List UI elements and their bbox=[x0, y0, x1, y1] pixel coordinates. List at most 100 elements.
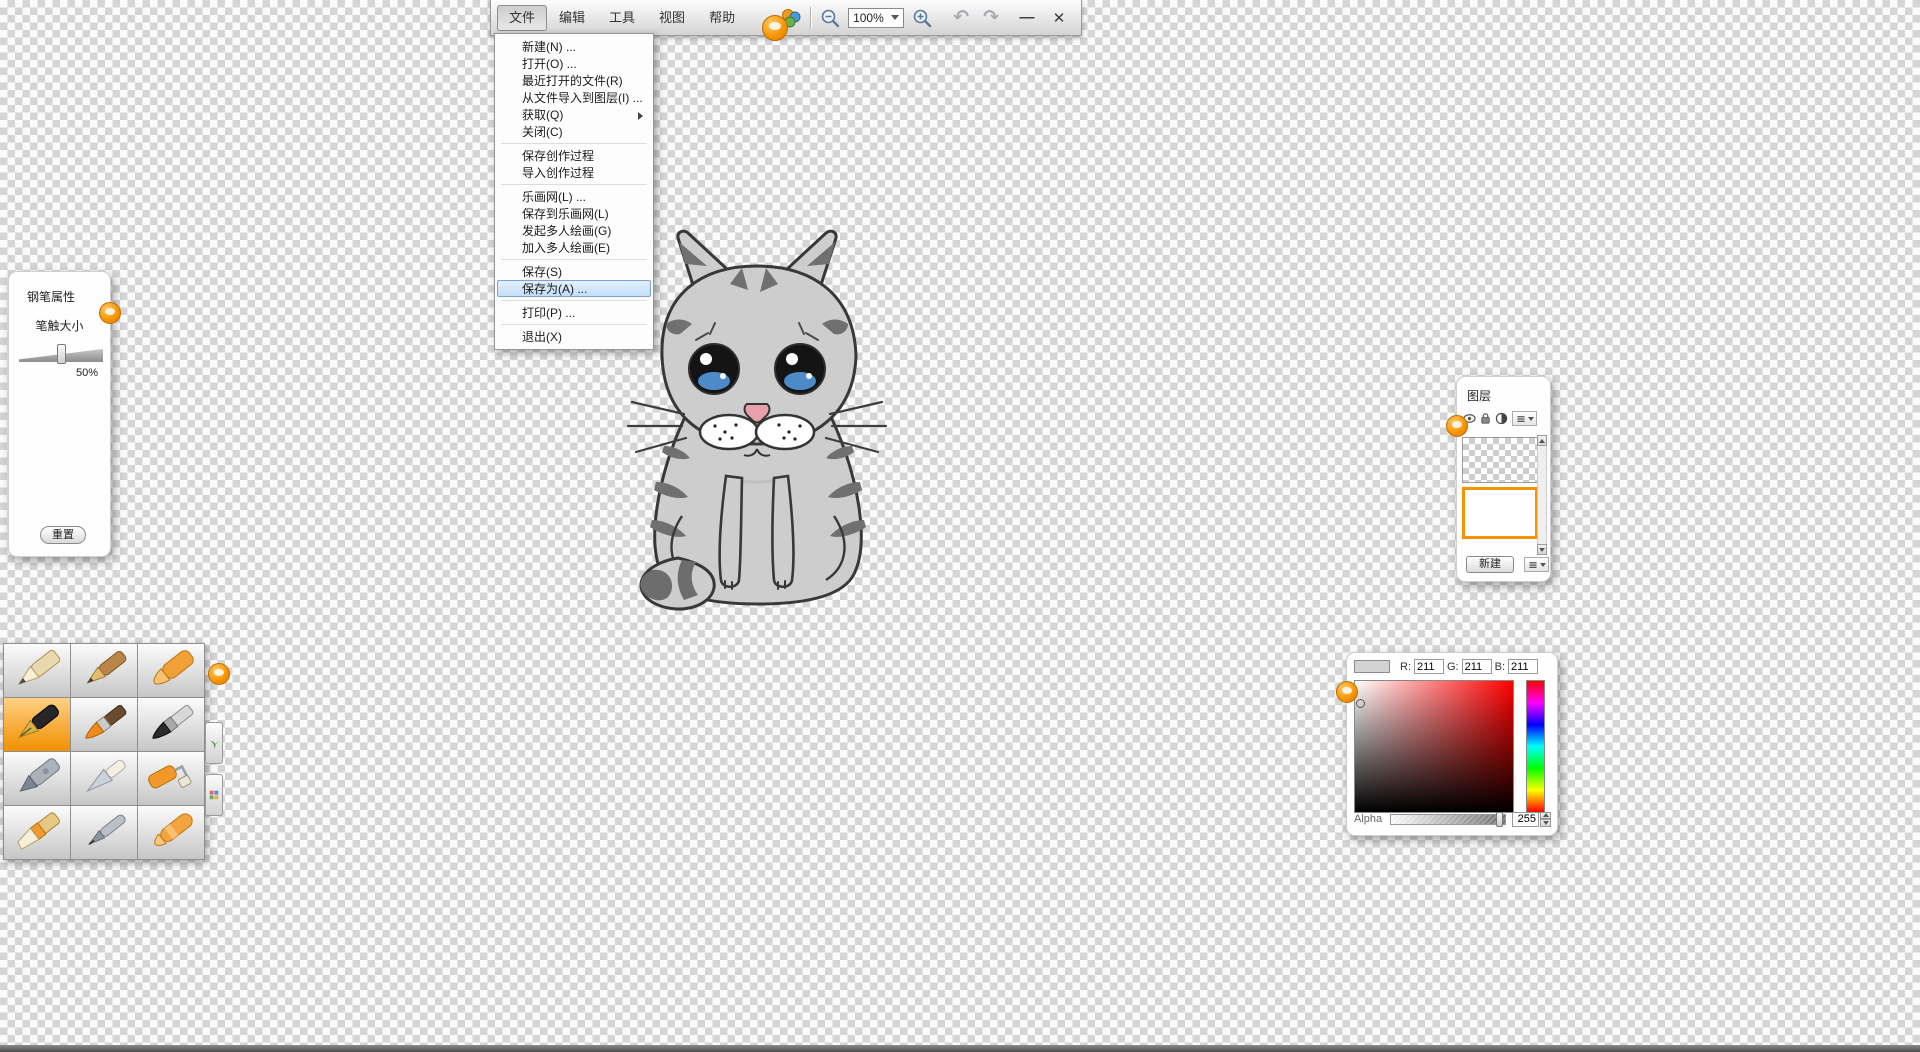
alpha-slider-thumb[interactable] bbox=[1496, 812, 1503, 827]
spin-down-icon bbox=[1543, 821, 1549, 825]
minimize-button[interactable]: — bbox=[1011, 9, 1043, 26]
zoom-level-value: 100% bbox=[853, 11, 884, 25]
color-panel-drag-handle[interactable] bbox=[1336, 681, 1358, 703]
current-color-swatch[interactable] bbox=[1354, 660, 1390, 673]
menu-item-import-creation-process[interactable]: 导入创作过程 bbox=[497, 164, 651, 181]
sprout-icon bbox=[208, 737, 221, 750]
hue-bar[interactable] bbox=[1526, 680, 1545, 813]
saturation-value-picker[interactable] bbox=[1354, 680, 1514, 813]
side-tool-button-1[interactable] bbox=[205, 722, 223, 764]
menubar-item-view[interactable]: 视图 bbox=[647, 5, 697, 31]
layers-menu-button[interactable] bbox=[1524, 557, 1549, 572]
magnifier-plus-graphic bbox=[912, 8, 932, 28]
tool-palette-knife[interactable] bbox=[71, 752, 137, 805]
orange-brush-icon bbox=[75, 702, 133, 747]
layers-panel-drag-handle[interactable] bbox=[1446, 415, 1468, 437]
menu-item-save-creation-process[interactable]: 保存创作过程 bbox=[497, 147, 651, 164]
alpha-spin-down-button[interactable] bbox=[1540, 819, 1551, 827]
app-logo-handle[interactable] bbox=[762, 15, 788, 41]
tool-pencil[interactable] bbox=[4, 644, 70, 697]
menu-item-save[interactable]: 保存(S) bbox=[497, 263, 651, 280]
scroll-up-button[interactable] bbox=[1537, 435, 1547, 446]
zoom-level-select[interactable]: 100% bbox=[848, 8, 904, 28]
brush-size-slider[interactable] bbox=[19, 344, 102, 364]
palette-knife-icon bbox=[75, 756, 133, 801]
menu-item-lehua-site[interactable]: 乐画网(L) ... bbox=[497, 188, 651, 205]
menu-item-exit[interactable]: 退出(X) bbox=[497, 328, 651, 345]
tool-fountain-pen[interactable] bbox=[4, 698, 70, 751]
side-tool-button-2[interactable] bbox=[205, 774, 223, 816]
pen-properties-panel: 钢笔属性 笔触大小 50% 重置 bbox=[8, 271, 111, 557]
menu-separator bbox=[501, 143, 647, 144]
canvas[interactable] bbox=[612, 224, 908, 620]
liner-pen-icon bbox=[75, 810, 133, 855]
menu-item-close-file[interactable]: 关闭(C) bbox=[497, 123, 651, 140]
zoom-out-icon[interactable] bbox=[817, 5, 843, 31]
alpha-spin-up-button[interactable] bbox=[1540, 812, 1551, 820]
tool-nib-pen[interactable] bbox=[71, 644, 137, 697]
alpha-input[interactable] bbox=[1512, 812, 1539, 827]
tool-crayon[interactable] bbox=[138, 806, 204, 859]
tool-paint-roller[interactable] bbox=[138, 752, 204, 805]
menubar-item-tools[interactable]: 工具 bbox=[597, 5, 647, 31]
menu-item-acquire[interactable]: 获取(Q) bbox=[497, 106, 651, 123]
menubar-item-help[interactable]: 帮助 bbox=[697, 5, 747, 31]
blend-icon[interactable] bbox=[1495, 412, 1508, 425]
fountain-pen-icon bbox=[8, 702, 66, 747]
menu-item-new[interactable]: 新建(N) ... bbox=[497, 38, 651, 55]
b-input[interactable] bbox=[1508, 659, 1538, 674]
layers-panel-title: 图层 bbox=[1457, 377, 1550, 404]
menu-item-save-as[interactable]: 保存为(A) ... bbox=[497, 280, 651, 297]
menubar-item-file[interactable]: 文件 bbox=[497, 5, 547, 31]
redo-icon[interactable]: ↷ bbox=[976, 6, 1006, 29]
g-input[interactable] bbox=[1462, 659, 1492, 674]
tools-side-strip bbox=[205, 722, 223, 826]
layers-icon-row bbox=[1457, 404, 1550, 426]
menu-separator bbox=[501, 184, 647, 185]
brush-size-slider-thumb[interactable] bbox=[57, 344, 66, 364]
tool-liner-pen[interactable] bbox=[71, 806, 137, 859]
b-label: B: bbox=[1495, 661, 1505, 673]
tools-palette bbox=[3, 643, 205, 860]
bottom-edge-bar bbox=[0, 1045, 1920, 1052]
menu-item-import-to-layer[interactable]: 从文件导入到图层(I) ... bbox=[497, 89, 651, 106]
pen-panel-drag-handle[interactable] bbox=[99, 302, 121, 324]
nib-pen-icon bbox=[75, 648, 133, 693]
tool-airbrush[interactable] bbox=[4, 752, 70, 805]
tool-marker[interactable] bbox=[138, 644, 204, 697]
tool-orange-brush[interactable] bbox=[71, 698, 137, 751]
layer-mode-select[interactable] bbox=[1512, 411, 1537, 426]
r-input[interactable] bbox=[1414, 659, 1444, 674]
alpha-slider[interactable] bbox=[1390, 814, 1506, 825]
list-icon bbox=[1516, 414, 1526, 424]
layers-scrollbar[interactable] bbox=[1537, 435, 1547, 555]
tool-flat-brush[interactable] bbox=[4, 806, 70, 859]
layer-item-selected[interactable] bbox=[1462, 487, 1538, 539]
menu-item-open[interactable]: 打开(O) ... bbox=[497, 55, 651, 72]
menu-item-recent-files[interactable]: 最近打开的文件(R) bbox=[497, 72, 651, 89]
tool-ink-brush[interactable] bbox=[138, 698, 204, 751]
menu-item-join-multiplayer-drawing[interactable]: 加入多人绘画(E) bbox=[497, 239, 651, 256]
menu-item-print[interactable]: 打印(P) ... bbox=[497, 304, 651, 321]
menubar-item-edit[interactable]: 编辑 bbox=[547, 5, 597, 31]
menu-item-start-multiplayer-drawing[interactable]: 发起多人绘画(G) bbox=[497, 222, 651, 239]
undo-icon[interactable]: ↶ bbox=[946, 6, 976, 29]
color-panel: R: G: B: Alpha bbox=[1346, 652, 1558, 836]
rgb-row: R: G: B: bbox=[1347, 653, 1557, 674]
reset-button[interactable]: 重置 bbox=[40, 526, 86, 544]
new-layer-button[interactable]: 新建 bbox=[1466, 556, 1514, 573]
scroll-down-button[interactable] bbox=[1537, 544, 1547, 555]
menu-item-acquire-label: 获取(Q) bbox=[522, 108, 563, 122]
tools-palette-drag-handle[interactable] bbox=[208, 663, 230, 685]
zoom-in-icon[interactable] bbox=[909, 5, 935, 31]
ink-brush-icon bbox=[142, 702, 200, 747]
lock-icon[interactable] bbox=[1479, 412, 1492, 425]
close-button[interactable]: ✕ bbox=[1043, 9, 1075, 27]
scrollbar-track[interactable] bbox=[1537, 446, 1547, 544]
layers-list bbox=[1462, 437, 1538, 543]
layer-item-transparent[interactable] bbox=[1462, 437, 1538, 483]
pencil-icon bbox=[8, 648, 66, 693]
menu-item-save-to-lehua[interactable]: 保存到乐画网(L) bbox=[497, 205, 651, 222]
color-picker-cursor[interactable] bbox=[1356, 699, 1365, 708]
zoom-caret-icon bbox=[891, 15, 899, 20]
